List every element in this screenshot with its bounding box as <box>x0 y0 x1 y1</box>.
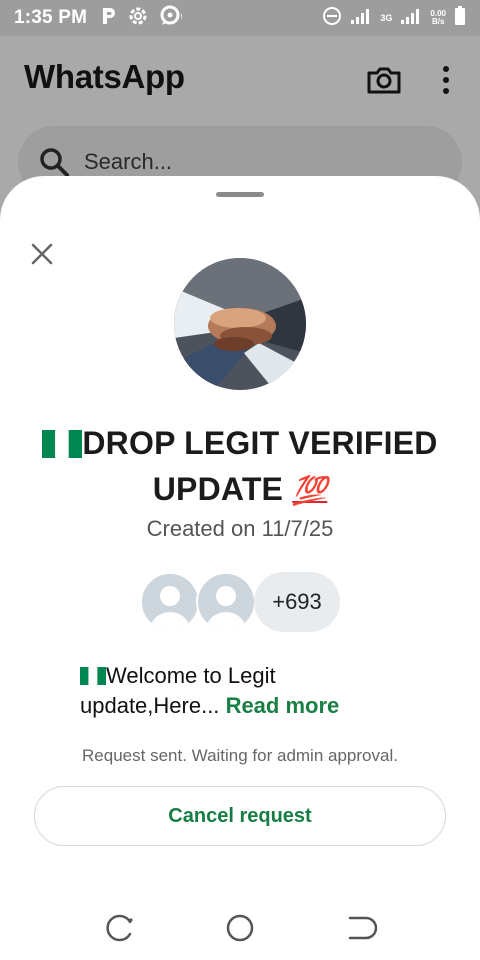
cancel-request-button[interactable]: Cancel request <box>34 786 446 846</box>
member-avatar <box>196 572 256 632</box>
group-invite-sheet: DROP LEGIT VERIFIED UPDATE 💯 Created on … <box>0 176 480 960</box>
signal-icon <box>350 7 372 30</box>
status-left-icons: ! <box>101 5 185 32</box>
read-more-link[interactable]: Read more <box>226 693 340 718</box>
speed-unit: B/s <box>431 17 445 26</box>
search-placeholder: Search... <box>84 149 173 174</box>
member-count: +693 <box>254 572 340 632</box>
status-time: 1:35 PM <box>14 7 88 28</box>
home-icon[interactable] <box>220 908 260 948</box>
group-name-line2: UPDATE <box>152 471 284 507</box>
group-avatar <box>174 258 306 390</box>
status-bar: 1:35 PM ! 3G 0.00 B/s <box>0 0 480 36</box>
chat-bubble-icon: ! <box>159 5 185 32</box>
back-icon[interactable] <box>340 908 380 948</box>
created-date: Created on 11/7/25 <box>146 516 334 541</box>
app-title: WhatsApp <box>24 58 185 95</box>
system-nav-bar <box>0 896 480 960</box>
gear-icon <box>127 5 149 32</box>
group-description: Welcome to Legit update,Here... Read mor… <box>80 662 420 720</box>
drag-handle[interactable] <box>216 192 264 197</box>
svg-text:!: ! <box>180 13 183 21</box>
network-type: 3G <box>380 12 393 23</box>
p-icon <box>101 6 117 31</box>
recent-apps-icon[interactable] <box>100 908 140 948</box>
signal-icon <box>400 7 422 30</box>
battery-icon <box>454 5 466 31</box>
nigeria-flag-icon <box>80 664 106 692</box>
more-vert-icon[interactable] <box>440 64 452 101</box>
group-name: DROP LEGIT VERIFIED UPDATE 💯 <box>20 422 460 512</box>
status-right-icons: 3G 0.00 B/s <box>322 5 466 31</box>
member-avatar <box>140 572 200 632</box>
group-name-line1: DROP LEGIT VERIFIED <box>82 425 438 461</box>
close-icon[interactable] <box>28 240 56 268</box>
camera-icon[interactable] <box>366 64 402 101</box>
hundred-emoji: 💯 <box>292 475 328 506</box>
do-not-disturb-icon <box>322 6 342 31</box>
network-speed: 0.00 B/s <box>430 10 446 26</box>
app-header: WhatsApp <box>0 36 480 122</box>
request-status: Request sent. Waiting for admin approval… <box>82 746 398 765</box>
nigeria-flag-icon <box>42 426 83 468</box>
